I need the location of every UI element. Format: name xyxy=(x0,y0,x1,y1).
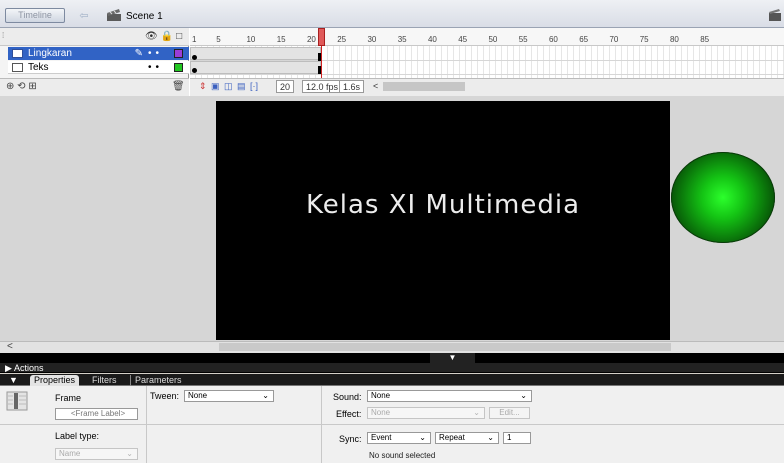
frame-label-input[interactable]: <Frame Label> xyxy=(55,408,138,420)
ruler-tick: 85 xyxy=(700,35,710,44)
keyframe[interactable] xyxy=(192,55,197,60)
arrow-left-icon[interactable]: ⇦ xyxy=(75,11,93,22)
collapse-panel-icon[interactable]: ▼ xyxy=(430,353,475,363)
sound-select[interactable]: None ⌄ xyxy=(367,390,532,402)
onion-outline-icon[interactable]: ◫ xyxy=(224,80,233,93)
layer-icon xyxy=(12,63,23,72)
tab-parameters[interactable]: Parameters xyxy=(130,375,186,386)
ruler-tick: 25 xyxy=(337,35,347,44)
trash-icon[interactable]: 🗑 xyxy=(172,81,185,92)
ruler-tick: 65 xyxy=(579,35,589,44)
effect-label: Effect: xyxy=(336,409,362,419)
layer-visibility-dots[interactable]: •• xyxy=(148,47,163,60)
ruler-tick: 75 xyxy=(639,35,649,44)
ruler-tick: 20 xyxy=(306,35,316,44)
pencil-icon: ✎ xyxy=(134,48,143,59)
keyframe[interactable] xyxy=(192,68,197,73)
layer-visibility-dots[interactable]: •• xyxy=(148,61,163,74)
stage-title-text[interactable]: Kelas XI Multimedia xyxy=(216,190,670,220)
sync-label: Sync: xyxy=(339,434,362,444)
elapsed-time-field: 1.6s xyxy=(339,80,365,93)
ruler-tick: 15 xyxy=(276,35,286,44)
ruler-tick: 35 xyxy=(397,35,407,44)
onion-skin-icon[interactable]: ▣ xyxy=(211,80,220,93)
chevron-down-icon: ⌄ xyxy=(487,433,494,442)
tween-label: Tween: xyxy=(150,391,180,401)
scene-label: Scene 1 xyxy=(126,11,163,22)
onion-markers-icon[interactable]: [·] xyxy=(250,80,258,93)
edit-scene-icon[interactable] xyxy=(768,8,782,22)
lock-icon[interactable]: 🔒 xyxy=(161,31,176,42)
actions-panel-header[interactable]: ▶ Actions xyxy=(0,363,784,373)
ruler-tick: 80 xyxy=(669,35,679,44)
timeline-toggle-button[interactable]: Timeline xyxy=(5,8,65,23)
stage[interactable] xyxy=(216,101,670,340)
panel-divider xyxy=(0,353,784,363)
current-frame-field: 20 xyxy=(276,80,295,93)
frame-icon xyxy=(6,391,28,411)
edit-sound-button[interactable]: Edit... xyxy=(489,407,530,419)
sound-value: None xyxy=(371,391,391,400)
layer-color-swatch[interactable] xyxy=(174,63,183,72)
ruler-tick: 10 xyxy=(246,35,256,44)
layer-name: Teks xyxy=(28,62,49,73)
sync-select[interactable]: Event ⌄ xyxy=(367,432,431,444)
layer-icon xyxy=(12,49,23,58)
timeline-scrollbar[interactable] xyxy=(383,82,465,91)
ruler-tick: 30 xyxy=(367,35,377,44)
chevron-down-icon: ⌄ xyxy=(473,408,480,417)
stage-scroll-thumb[interactable] xyxy=(219,343,671,351)
tab-filters[interactable]: Filters xyxy=(88,375,121,386)
actions-label: Actions xyxy=(13,363,44,373)
tween-select[interactable]: None ⌄ xyxy=(184,390,274,402)
playhead[interactable] xyxy=(318,28,325,46)
timeline-scroll-left[interactable]: < xyxy=(373,80,378,93)
ruler-tick: 1 xyxy=(192,35,197,44)
repeat-count-input[interactable]: 1 xyxy=(503,432,531,444)
frame-label: Frame xyxy=(55,393,82,403)
repeat-select[interactable]: Repeat ⌄ xyxy=(435,432,499,444)
chevron-down-icon: ⌄ xyxy=(419,433,426,442)
chevron-down-icon: ⌄ xyxy=(262,391,269,400)
eye-icon[interactable]: 👁 xyxy=(145,31,161,42)
chevron-down-icon: ⌄ xyxy=(126,449,133,458)
ruler-tick: 50 xyxy=(488,35,498,44)
label-type-value: Name xyxy=(59,449,81,458)
green-circle-object[interactable] xyxy=(671,152,775,243)
collapse-icon[interactable]: ▼ xyxy=(5,375,22,386)
sync-value: Event xyxy=(371,433,392,442)
label-type-label: Label type: xyxy=(55,431,100,441)
sound-status: No sound selected xyxy=(369,451,436,460)
layer-row-lingkaran[interactable]: Lingkaran ✎ •• xyxy=(8,47,189,60)
frame-rate-field[interactable]: 12.0 fps xyxy=(302,80,343,93)
effect-value: None xyxy=(371,408,391,417)
label-type-select[interactable]: Name ⌄ xyxy=(55,448,138,460)
chevron-down-icon: ⌄ xyxy=(520,391,527,400)
ruler-tick: 70 xyxy=(609,35,619,44)
add-layer-icons[interactable]: ⊕ ⟲ ⊞ xyxy=(6,81,37,92)
stage-scroll-left[interactable]: < xyxy=(7,341,13,352)
clapper-icon xyxy=(107,9,121,21)
ruler-tick: 5 xyxy=(216,35,221,44)
sound-label: Sound: xyxy=(333,392,362,402)
layer-color-swatch[interactable] xyxy=(174,49,183,58)
repeat-value: Repeat xyxy=(439,433,465,442)
ruler-tick: 40 xyxy=(427,35,437,44)
ruler-tick: 55 xyxy=(518,35,528,44)
tween-value: None xyxy=(188,391,208,400)
outline-icon[interactable]: □ xyxy=(176,31,185,42)
divider xyxy=(0,424,784,425)
edit-multiple-icon[interactable]: ▤ xyxy=(237,80,246,93)
frame-span-teks[interactable] xyxy=(190,61,321,74)
layer-row-teks[interactable]: Teks •• xyxy=(8,61,189,74)
layer-header-icons[interactable]: 👁🔒□ xyxy=(145,31,185,42)
ruler-tick: 60 xyxy=(548,35,558,44)
grip-icon[interactable]: ⁞ xyxy=(2,31,4,40)
ruler-tick: 45 xyxy=(458,35,468,44)
center-frame-icon[interactable]: ⇕ xyxy=(199,80,207,93)
effect-select[interactable]: None ⌄ xyxy=(367,407,485,419)
layer-name: Lingkaran xyxy=(28,48,72,59)
frame-span-lingkaran[interactable] xyxy=(190,47,321,60)
tab-properties[interactable]: Properties xyxy=(30,375,80,386)
